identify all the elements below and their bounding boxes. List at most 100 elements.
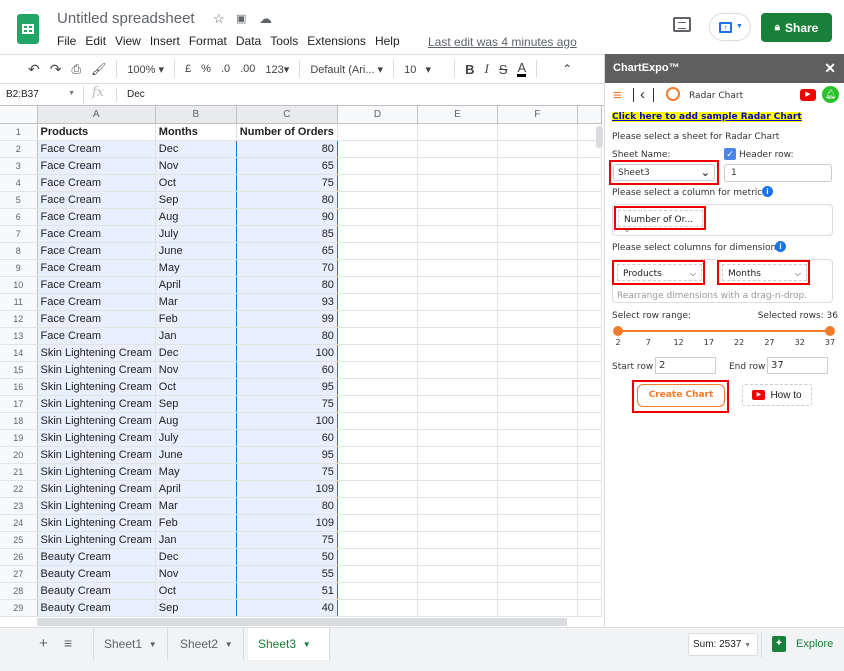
row-header[interactable]: 4 <box>0 174 38 192</box>
name-box[interactable]: B2:B37 ▼ <box>0 86 84 104</box>
cell[interactable]: Oct <box>154 174 237 192</box>
end-row-input[interactable]: 37 <box>767 357 828 374</box>
cell[interactable] <box>577 497 602 515</box>
sheet-tab-sheet2[interactable]: Sheet2 ▼ <box>170 628 244 660</box>
cell[interactable]: Face Cream <box>37 157 156 175</box>
cell[interactable]: Oct <box>154 378 237 396</box>
italic-button[interactable]: I <box>484 61 488 77</box>
cell[interactable]: 95 <box>236 378 338 396</box>
cell[interactable]: 75 <box>236 174 338 192</box>
menu-file[interactable]: File <box>57 34 76 48</box>
cell[interactable] <box>497 225 578 243</box>
cell[interactable] <box>417 395 498 413</box>
cell[interactable] <box>417 140 498 158</box>
cell[interactable] <box>577 361 602 379</box>
cell[interactable]: Face Cream <box>37 174 156 192</box>
last-edit-link[interactable]: Last edit was 4 minutes ago <box>428 35 577 49</box>
cell[interactable]: Face Cream <box>37 242 156 260</box>
cell[interactable] <box>337 446 418 464</box>
cell[interactable]: Skin Lightening Cream <box>37 429 156 447</box>
cell[interactable] <box>577 276 602 294</box>
cell[interactable]: June <box>154 446 237 464</box>
cell[interactable]: June <box>154 242 237 260</box>
cell[interactable]: 50 <box>236 548 338 566</box>
cell[interactable] <box>417 242 498 260</box>
cell[interactable]: Sep <box>154 395 237 413</box>
cell[interactable] <box>337 514 418 532</box>
document-title[interactable]: Untitled spreadsheet <box>57 10 195 27</box>
cell[interactable] <box>577 531 602 549</box>
cell[interactable]: Jan <box>154 327 237 345</box>
cell[interactable]: Aug <box>154 208 237 226</box>
cell[interactable] <box>497 446 578 464</box>
row-header[interactable]: 12 <box>0 310 38 328</box>
cell[interactable] <box>417 327 498 345</box>
cell[interactable]: 80 <box>236 497 338 515</box>
all-sheets-icon[interactable]: ≡ <box>64 635 72 651</box>
cell[interactable] <box>497 123 578 141</box>
slider-start-handle[interactable] <box>613 326 623 336</box>
cell[interactable] <box>337 174 418 192</box>
sample-chart-link[interactable]: Click here to add sample Radar Chart <box>612 112 802 122</box>
cell[interactable] <box>417 514 498 532</box>
notification-bell-icon[interactable]: 🔔︎ <box>822 86 839 103</box>
cell[interactable] <box>497 531 578 549</box>
cell[interactable] <box>417 174 498 192</box>
cell[interactable]: 60 <box>236 361 338 379</box>
cell[interactable]: 93 <box>236 293 338 311</box>
cell[interactable]: Face Cream <box>37 276 156 294</box>
header-row-input[interactable]: 1 <box>724 164 832 182</box>
cell[interactable] <box>577 157 602 175</box>
cell[interactable]: July <box>154 225 237 243</box>
cell[interactable]: Feb <box>154 514 237 532</box>
cell[interactable]: Skin Lightening Cream <box>37 497 156 515</box>
cell[interactable] <box>417 259 498 277</box>
spreadsheet-grid[interactable]: A B C D E F 1 Products Months Number of Ord… <box>0 105 604 617</box>
font-size-select[interactable]: 10 ▾ <box>404 63 444 76</box>
cell[interactable]: July <box>154 429 237 447</box>
cell[interactable] <box>337 361 418 379</box>
cell[interactable] <box>497 480 578 498</box>
cell[interactable] <box>577 599 602 617</box>
cell[interactable] <box>337 123 418 141</box>
cell[interactable]: 109 <box>236 480 338 498</box>
cell[interactable]: Face Cream <box>37 310 156 328</box>
cell[interactable]: 95 <box>236 446 338 464</box>
row-header[interactable]: 29 <box>0 599 38 617</box>
cell[interactable] <box>417 208 498 226</box>
strikethrough-button[interactable]: S <box>499 62 508 77</box>
cell[interactable]: Oct <box>154 582 237 600</box>
cell[interactable] <box>577 191 602 209</box>
row-header[interactable]: 5 <box>0 191 38 209</box>
cell[interactable] <box>417 310 498 328</box>
cell[interactable] <box>497 208 578 226</box>
cell[interactable]: Aug <box>154 412 237 430</box>
cell[interactable] <box>497 361 578 379</box>
cell[interactable] <box>497 599 578 617</box>
cell[interactable]: 75 <box>236 395 338 413</box>
cell[interactable] <box>577 259 602 277</box>
cell[interactable] <box>497 191 578 209</box>
cell[interactable] <box>577 548 602 566</box>
cell[interactable] <box>577 429 602 447</box>
cell[interactable] <box>337 157 418 175</box>
row-header[interactable]: 8 <box>0 242 38 260</box>
dimension-select-products[interactable]: Products ⌵ <box>617 264 702 281</box>
slider-end-handle[interactable] <box>825 326 835 336</box>
row-header[interactable]: 26 <box>0 548 38 566</box>
cloud-status-icon[interactable]: ☁ <box>259 11 272 27</box>
decrease-decimal-button[interactable]: .0 <box>221 63 230 75</box>
cell[interactable]: 70 <box>236 259 338 277</box>
cell[interactable]: 60 <box>236 429 338 447</box>
cell[interactable] <box>497 174 578 192</box>
cell[interactable] <box>417 463 498 481</box>
cell[interactable] <box>337 497 418 515</box>
paint-format-icon[interactable]: 🖌︎ <box>91 62 106 76</box>
sum-selector[interactable]: Sum: 2537 ▼ <box>688 633 758 656</box>
cell[interactable] <box>417 565 498 583</box>
metric-column-select[interactable]: Number of Or... ⌵ <box>618 210 703 234</box>
cell[interactable] <box>337 480 418 498</box>
cell[interactable] <box>337 344 418 362</box>
cell[interactable]: 75 <box>236 531 338 549</box>
row-header[interactable]: 2 <box>0 140 38 158</box>
